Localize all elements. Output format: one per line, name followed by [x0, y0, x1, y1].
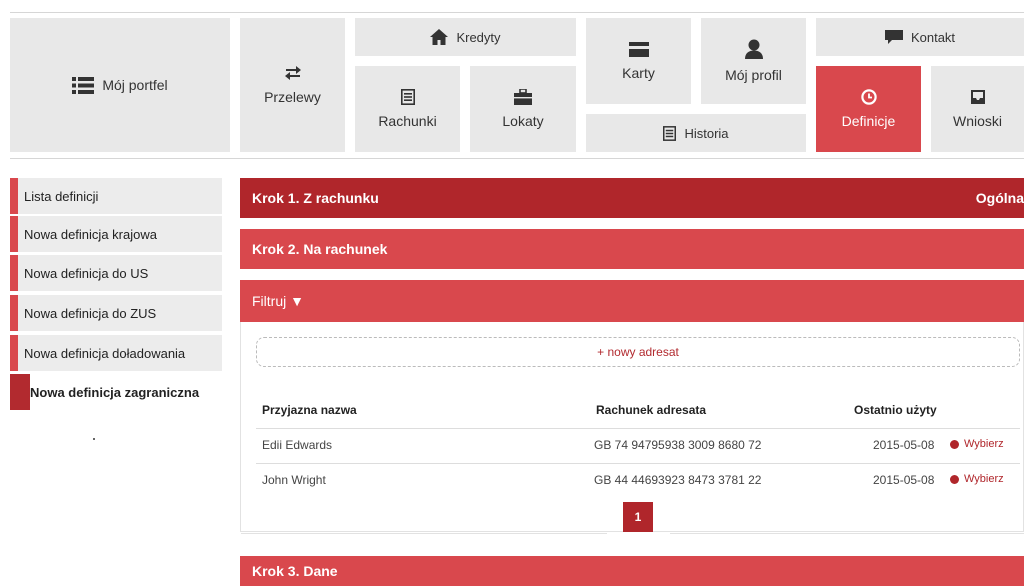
step-3-header[interactable]: Krok 3. Dane [240, 556, 1024, 586]
nav-label-profile: Mój profil [725, 67, 782, 83]
sidebar-item-domestic-definition[interactable]: Nowa definicja krajowa [10, 216, 222, 252]
nav-tile-cards[interactable]: Karty [586, 18, 691, 104]
step-1-title: Krok 1. Z rachunku [252, 190, 379, 206]
nav-tile-transfers[interactable]: Przelewy [240, 18, 345, 152]
sidebar-item-zus-definition[interactable]: Nowa definicja do ZUS [10, 295, 222, 331]
sidebar-dot [93, 438, 95, 440]
nav-label-cards: Karty [622, 64, 655, 81]
sidebar-item-tax-office-definition[interactable]: Nowa definicja do US [10, 255, 222, 291]
col-header-name: Przyjazna nazwa [262, 403, 357, 417]
row-divider [256, 463, 1020, 464]
row-2-select-button[interactable]: Wybierz [950, 473, 1004, 485]
nav-tile-history[interactable]: Historia [586, 114, 806, 152]
row-1-select-button[interactable]: Wybierz [950, 438, 1004, 450]
row-2-name: John Wright [262, 473, 326, 487]
nav-label-transfers: Przelewy [264, 89, 321, 105]
row-1-account: GB 74 94795938 3009 8680 72 [594, 438, 762, 452]
app-root: Mój portfel Przelewy Kredyty Rachunki Lo… [0, 0, 1024, 586]
bullet-icon [950, 439, 959, 449]
step-1-summary: Ogólna [975, 190, 1024, 206]
pagination-line-left [241, 533, 607, 534]
nav-tile-accounts[interactable]: Rachunki [355, 66, 460, 152]
step-3-title: Krok 3. Dane [252, 563, 338, 579]
new-recipient-button[interactable]: + nowy adresat [256, 337, 1020, 367]
top-divider [10, 12, 1024, 13]
row-2-last-used: 2015-05-08 [873, 473, 935, 487]
nav-label-definitions: Definicje [841, 113, 896, 129]
inbox-tray-icon [970, 89, 986, 105]
nav-label-accounts: Rachunki [378, 113, 437, 129]
step-2-header[interactable]: Krok 2. Na rachunek [240, 229, 1024, 269]
col-header-account: Rachunek adresata [596, 403, 707, 417]
nav-label-contact: Kontakt [910, 29, 956, 45]
nav-tile-deposits[interactable]: Lokaty [470, 66, 576, 152]
col-header-last-used: Ostatnio użyty [854, 403, 937, 417]
transfer-arrows-icon [284, 65, 302, 81]
briefcase-icon [514, 89, 532, 105]
filter-toggle[interactable]: Filtruj ▼ [240, 280, 1024, 322]
sidebar-item-topup-definition[interactable]: Nowa definicja doładowania [10, 335, 222, 371]
nav-tile-requests[interactable]: Wnioski [931, 66, 1024, 152]
select-label: Wybierz [964, 473, 1004, 485]
sidebar-item-label: Nowa definicja zagraniczna [30, 384, 200, 400]
step-2-title: Krok 2. Na rachunek [252, 241, 388, 257]
sidebar-item-foreign-definition[interactable]: Nowa definicja zagraniczna [10, 374, 222, 410]
clock-icon [860, 89, 877, 105]
credit-card-icon [628, 41, 649, 57]
sidebar-item-label: Lista definicji [24, 188, 99, 204]
nav-tile-profile[interactable]: Mój profil [701, 18, 806, 104]
nav-tile-credits[interactable]: Kredyty [355, 18, 576, 56]
row-2-account: GB 44 44693923 8473 3781 22 [594, 473, 762, 487]
header-divider [256, 428, 1020, 429]
nav-tile-portfolio[interactable]: Mój portfel [10, 18, 230, 152]
select-label: Wybierz [964, 438, 1004, 450]
row-1-name: Edii Edwards [262, 438, 333, 452]
nav-tile-definitions[interactable]: Definicje [816, 66, 921, 152]
row-1-last-used: 2015-05-08 [873, 438, 935, 452]
step-1-header[interactable]: Krok 1. Z rachunku Ogólna [240, 178, 1024, 218]
nav-label-history: Historia [684, 125, 729, 141]
nav-label-portfolio: Mój portfel [102, 77, 168, 93]
sidebar-item-label: Nowa definicja do ZUS [24, 305, 157, 321]
chat-bubble-icon [884, 29, 903, 45]
nav-label-requests: Wnioski [952, 113, 1002, 129]
bullet-icon [950, 474, 959, 484]
ledger-icon [400, 89, 415, 105]
nav-tile-contact[interactable]: Kontakt [816, 18, 1024, 56]
sidebar-item-label: Nowa definicja krajowa [24, 226, 157, 242]
nav-label-credits: Kredyty [456, 29, 501, 45]
sidebar-item-label: Nowa definicja doładowania [24, 345, 186, 361]
sidebar-item-label: Nowa definicja do US [24, 265, 149, 281]
ledger-icon [663, 125, 677, 141]
page-1-button[interactable]: 1 [623, 502, 653, 532]
pagination-line-right [670, 533, 1024, 534]
home-icon [430, 29, 449, 45]
user-icon [744, 39, 763, 59]
nav-divider [10, 158, 1024, 159]
nav-label-deposits: Lokaty [502, 113, 544, 129]
list-icon [72, 76, 95, 94]
sidebar-item-definitions-list[interactable]: Lista definicji [10, 178, 222, 214]
